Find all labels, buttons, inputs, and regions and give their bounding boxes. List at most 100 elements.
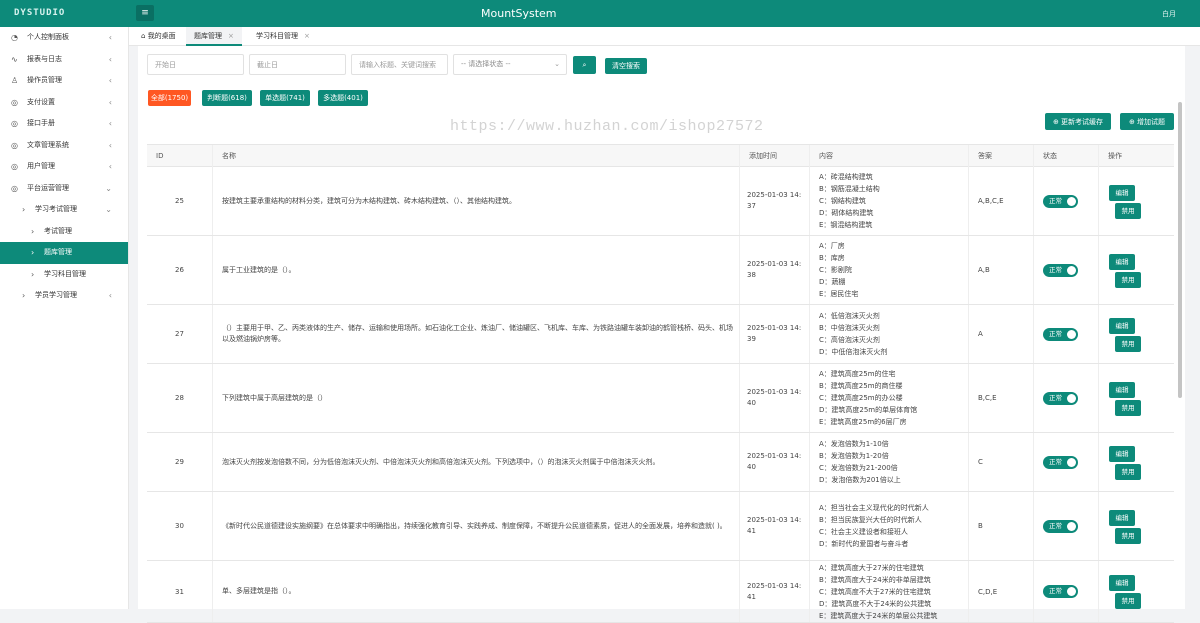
sidebar-item[interactable]: › 题库管理 bbox=[0, 242, 128, 264]
answer-cell: B bbox=[968, 492, 1033, 560]
table-row: 31 单、多层建筑是指（）。 2025-01-03 14:41 A：建筑高度大于27米… bbox=[147, 561, 1174, 623]
category-single-choice[interactable]: 单选题(741) bbox=[260, 90, 310, 106]
disable-button[interactable]: 禁用 bbox=[1115, 271, 1141, 288]
edit-button[interactable]: 编辑 bbox=[1109, 509, 1135, 526]
sidebar-item[interactable]: ♙ 操作员管理 ‹ bbox=[0, 70, 128, 92]
status-toggle[interactable]: 正常 bbox=[1043, 391, 1078, 405]
answer-cell: A,B,C,E bbox=[968, 167, 1033, 235]
status-toggle[interactable]: 正常 bbox=[1043, 263, 1078, 277]
status-toggle[interactable]: 正常 bbox=[1043, 585, 1078, 598]
tab-label: 我的桌面 bbox=[147, 32, 176, 40]
status-toggle[interactable]: 正常 bbox=[1043, 327, 1078, 341]
status-cell: 正常 bbox=[1033, 167, 1098, 235]
sidebar: ◔ 个人控制面板 ‹ ∿ 报表与日志 ‹ ♙ 操作员管理 ‹ ◎ 支付设置 ‹ ◎ 接口手册 ‹ ◎ 文章管理系… bbox=[0, 27, 129, 609]
watermark-text: https://www.huzhan.com/ishop27572 bbox=[450, 118, 764, 135]
menu-toggle-button[interactable]: ≡ bbox=[136, 5, 154, 21]
sidebar-item-label: 学员学习管理 bbox=[35, 291, 77, 299]
sidebar-item[interactable]: ◎ 支付设置 ‹ bbox=[0, 92, 128, 114]
option-text: A：低倍泡沫灭火剂 bbox=[819, 312, 880, 320]
add-question-button[interactable]: ⊕ 增加试题 bbox=[1120, 113, 1174, 130]
id-cell: 29 bbox=[175, 458, 184, 466]
category-all[interactable]: 全部(1750) bbox=[148, 90, 191, 106]
close-icon[interactable]: × bbox=[228, 32, 234, 40]
chevron-left-icon: ‹ bbox=[108, 54, 112, 64]
sidebar-item[interactable]: › 学习考试管理 ⌄ bbox=[0, 199, 128, 221]
disable-button[interactable]: 禁用 bbox=[1115, 593, 1141, 609]
keyword-search-input[interactable] bbox=[351, 54, 448, 75]
chevron-down-icon: ⌄ bbox=[105, 183, 112, 193]
tab-subject-management[interactable]: 学习科目管理 × bbox=[248, 27, 318, 46]
sidebar-item-label: 文章管理系统 bbox=[27, 140, 69, 149]
edit-button[interactable]: 编辑 bbox=[1109, 445, 1135, 462]
disable-button[interactable]: 禁用 bbox=[1115, 399, 1141, 416]
home-icon: ⌂ bbox=[141, 32, 146, 40]
sidebar-item-label: 平台运营管理 bbox=[27, 183, 69, 192]
header-name: 名称 bbox=[212, 145, 739, 167]
sidebar-item[interactable]: › 考试管理 bbox=[0, 221, 128, 243]
chevron-right-icon: › bbox=[22, 205, 26, 214]
status-cell: 正常 bbox=[1033, 561, 1098, 622]
user-name[interactable]: 白月 bbox=[1162, 9, 1176, 19]
edit-button[interactable]: 编辑 bbox=[1109, 381, 1135, 398]
category-multiple-choice[interactable]: 多选题(401) bbox=[318, 90, 368, 106]
search-button[interactable]: ⌕ bbox=[573, 56, 596, 74]
options-cell: A：建筑高度25m的住宅 B：建筑高度25m的商住楼 C：建筑高度25m的办公楼 D：… bbox=[809, 364, 968, 432]
search-icon: ⌕ bbox=[582, 61, 587, 69]
update-exam-cache-button[interactable]: ⊕ 更新考试缓存 bbox=[1045, 113, 1111, 130]
sidebar-item[interactable]: › 学员学习管理 ‹ bbox=[0, 285, 128, 307]
sidebar-item[interactable]: ◎ 文章管理系统 ‹ bbox=[0, 135, 128, 157]
clear-search-button[interactable]: 清空搜索 bbox=[605, 58, 647, 74]
table-row: 29 泡沫灭火剂按发泡倍数不同，分为低倍泡沫灭火剂、中倍泡沫灭火剂和高倍泡沫灭火剂… bbox=[147, 433, 1174, 492]
sidebar-item[interactable]: › 学习科目管理 bbox=[0, 264, 128, 286]
options-cell: A：砖混结构建筑 B：钢筋混凝土结构 C：钢结构建筑 D：砌体结构建筑 E：钢混结构建筑 bbox=[809, 167, 968, 235]
answer-cell: A bbox=[968, 305, 1033, 363]
edit-button[interactable]: 编辑 bbox=[1109, 253, 1135, 270]
chevron-left-icon: ‹ bbox=[108, 76, 112, 85]
table-row: 27 （）主要用于甲、乙、丙类液体的生产、储存、运输和使用场所。如石油化工企业、炼… bbox=[147, 305, 1174, 364]
disable-button[interactable]: 禁用 bbox=[1115, 463, 1141, 480]
option-text: A：建筑高度大于27米的住宅建筑 bbox=[819, 563, 924, 572]
start-date-input[interactable] bbox=[147, 54, 244, 75]
sidebar-item-label: 操作员管理 bbox=[27, 76, 62, 84]
sidebar-item[interactable]: ◔ 个人控制面板 ‹ bbox=[0, 27, 128, 49]
option-text: B：中倍泡沫灭火剂 bbox=[819, 324, 880, 332]
end-date-input[interactable] bbox=[249, 54, 346, 75]
status-cell: 正常 bbox=[1033, 433, 1098, 491]
sidebar-item[interactable]: ◎ 用户管理 ‹ bbox=[0, 156, 128, 178]
sidebar-item[interactable]: ∿ 报表与日志 ‹ bbox=[0, 49, 128, 71]
option-text: C：建筑高度25m的办公楼 bbox=[819, 394, 903, 402]
pulse-icon: ∿ bbox=[11, 54, 18, 64]
user-icon: ♙ bbox=[11, 76, 19, 85]
table-row: 30 《新时代公民道德建设实施纲要》在总体要求中明确指出，持续强化教育引导、实践养… bbox=[147, 492, 1174, 561]
top-bar: DYSTUDIO ≡ MountSystem 白月 bbox=[0, 0, 1200, 27]
status-toggle[interactable]: 正常 bbox=[1043, 455, 1078, 469]
settings-icon: ◎ bbox=[11, 162, 18, 171]
status-select[interactable]: -- 请选择状态 -- ⌄ bbox=[453, 54, 567, 75]
tab-label: 题库管理 bbox=[194, 32, 222, 40]
status-toggle[interactable]: 正常 bbox=[1043, 519, 1078, 533]
disable-button[interactable]: 禁用 bbox=[1115, 527, 1141, 544]
sidebar-item[interactable]: ◎ 接口手册 ‹ bbox=[0, 113, 128, 135]
option-text: D：发泡倍数为201倍以上 bbox=[819, 476, 901, 484]
table-row: 28 下列建筑中属于高层建筑的是（） 2025-01-03 14:40 A：建筑高度2… bbox=[147, 364, 1174, 433]
header-id: ID bbox=[156, 152, 164, 160]
category-true-false[interactable]: 判断题(618) bbox=[202, 90, 252, 106]
sidebar-item[interactable]: ◎ 平台运营管理 ⌄ bbox=[0, 178, 128, 200]
options-cell: A：建筑高度大于27米的住宅建筑 B：建筑高度大于24米的非单层建筑 C：建筑高度不… bbox=[809, 561, 968, 622]
table-body: 25 按建筑主要承重结构的材料分类，建筑可分为木结构建筑、砖木结构建筑、（）、其他… bbox=[147, 167, 1174, 623]
edit-button[interactable]: 编辑 bbox=[1109, 184, 1135, 201]
edit-button[interactable]: 编辑 bbox=[1109, 575, 1135, 591]
tab-question-bank[interactable]: 题库管理 × bbox=[186, 27, 242, 46]
edit-button[interactable]: 编辑 bbox=[1109, 317, 1135, 334]
time-cell: 2025-01-03 14:40 bbox=[739, 433, 809, 491]
dashboard-icon: ◔ bbox=[11, 33, 18, 42]
tab-my-desktop[interactable]: ⌂ 我的桌面 bbox=[133, 27, 184, 46]
close-icon[interactable]: × bbox=[304, 32, 310, 40]
vertical-scrollbar[interactable] bbox=[1178, 102, 1182, 398]
option-text: C：影剧院 bbox=[819, 266, 852, 274]
status-toggle[interactable]: 正常 bbox=[1043, 194, 1078, 208]
disable-button[interactable]: 禁用 bbox=[1115, 335, 1141, 352]
name-cell: 下列建筑中属于高层建筑的是（） bbox=[212, 364, 739, 432]
disable-button[interactable]: 禁用 bbox=[1115, 202, 1141, 219]
actions-cell: 编辑 禁用 bbox=[1098, 305, 1174, 363]
